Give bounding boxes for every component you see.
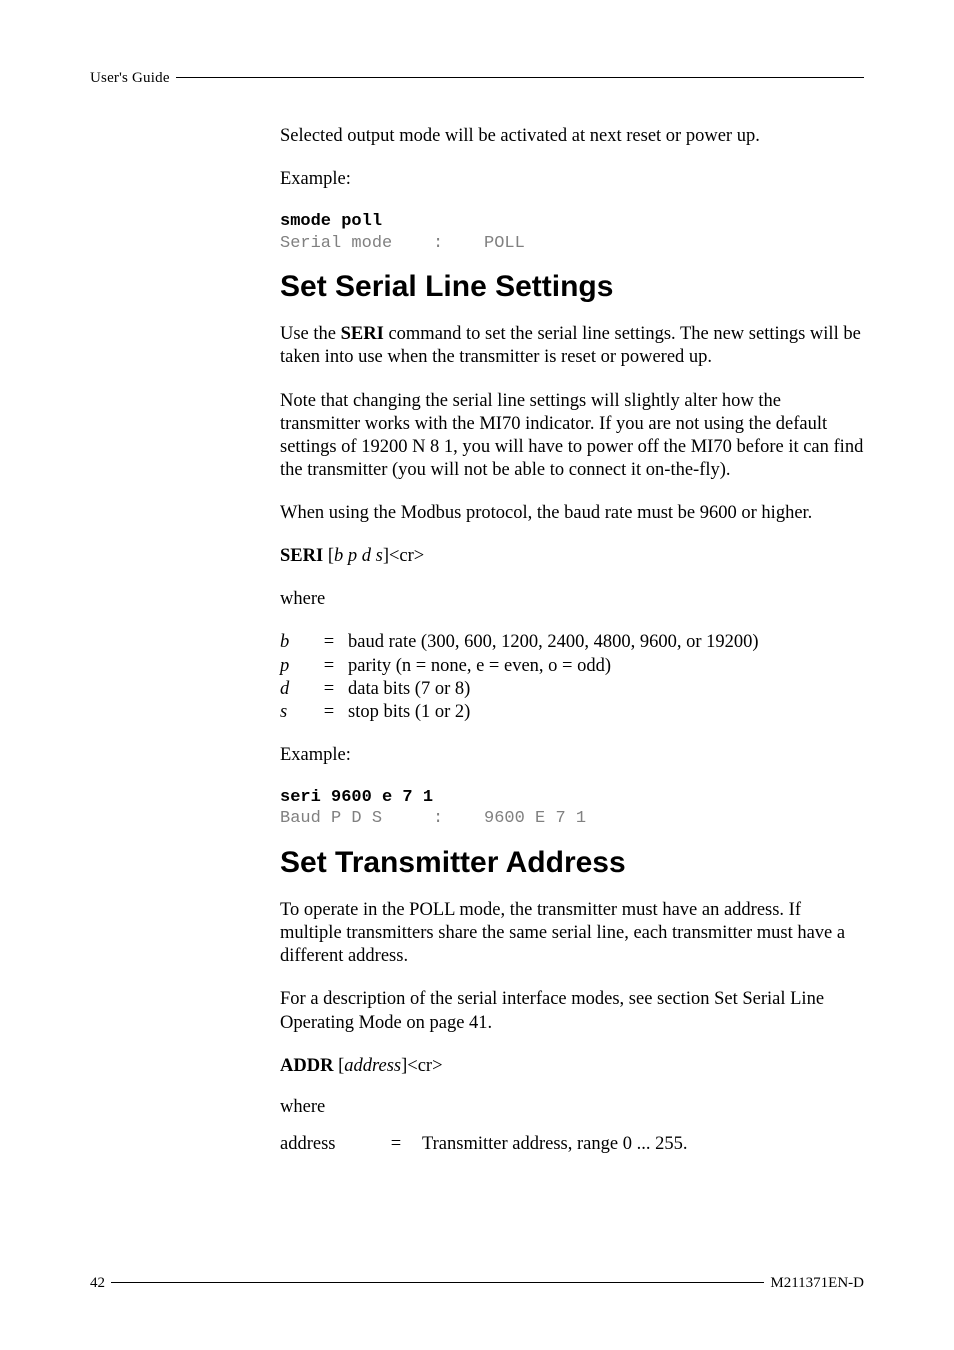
seri-param-var: p: [280, 655, 316, 678]
seri-param-desc: baud rate (300, 600, 1200, 2400, 4800, 9…: [348, 631, 765, 654]
table-row: b = baud rate (300, 600, 1200, 2400, 480…: [280, 631, 765, 654]
equals-sign: =: [316, 655, 348, 678]
addr-param-desc: Transmitter address, range 0 ... 255.: [422, 1133, 693, 1156]
page-number: 42: [90, 1275, 111, 1292]
seri-param-var: s: [280, 701, 316, 724]
addr-syntax-cmd: ADDR: [280, 1056, 333, 1076]
footer: 42 M211371EN-D: [90, 1275, 864, 1292]
table-row: s = stop bits (1 or 2): [280, 701, 765, 724]
seri-syntax-cmd: SERI: [280, 546, 323, 566]
running-head-rule: [176, 77, 864, 78]
seri-param-desc: stop bits (1 or 2): [348, 701, 765, 724]
intro-example-label: Example:: [280, 168, 864, 191]
intro-code-output: Serial mode : POLL: [280, 234, 525, 253]
page: User's Guide Selected output mode will b…: [0, 0, 954, 1350]
equals-sign: =: [376, 1133, 422, 1156]
seri-paragraph-3: When using the Modbus protocol, the baud…: [280, 502, 864, 525]
running-head: User's Guide: [90, 70, 864, 87]
addr-syntax-tail: ]<cr>: [401, 1056, 442, 1076]
table-row: address = Transmitter address, range 0 .…: [280, 1133, 693, 1156]
addr-params-table: address = Transmitter address, range 0 .…: [280, 1133, 693, 1156]
seri-syntax-args: b p d s: [334, 546, 383, 566]
seri-param-desc: data bits (7 or 8): [348, 678, 765, 701]
seri-heading: Set Serial Line Settings: [280, 268, 864, 306]
seri-param-desc: parity (n = none, e = even, o = odd): [348, 655, 765, 678]
seri-where-label: where: [280, 588, 864, 611]
equals-sign: =: [316, 701, 348, 724]
addr-syntax-arg: address: [344, 1056, 401, 1076]
seri-params-table: b = baud rate (300, 600, 1200, 2400, 480…: [280, 631, 765, 724]
equals-sign: =: [316, 631, 348, 654]
seri-code-user: seri 9600 e 7 1: [280, 788, 433, 807]
intro-code-block: smode poll Serial mode : POLL: [280, 211, 864, 254]
addr-paragraph-1: To operate in the POLL mode, the transmi…: [280, 899, 864, 968]
seri-syntax-tail: ]<cr>: [383, 546, 424, 566]
seri-param-var: d: [280, 678, 316, 701]
seri-code-output: Baud P D S : 9600 E 7 1: [280, 809, 586, 828]
table-row: d = data bits (7 or 8): [280, 678, 765, 701]
addr-where-label: where: [280, 1096, 864, 1119]
seri-p1-a: Use the: [280, 324, 341, 344]
seri-example-label: Example:: [280, 744, 864, 767]
doc-id: M211371EN-D: [764, 1275, 864, 1292]
intro-paragraph: Selected output mode will be activated a…: [280, 125, 864, 148]
seri-syntax: SERI [b p d s]<cr>: [280, 545, 864, 568]
addr-heading: Set Transmitter Address: [280, 844, 864, 882]
addr-syntax: ADDR [address]<cr>: [280, 1055, 864, 1078]
addr-paragraph-2: For a description of the serial interfac…: [280, 988, 864, 1034]
table-row: p = parity (n = none, e = even, o = odd): [280, 655, 765, 678]
footer-rule: [111, 1282, 764, 1283]
addr-param-var: address: [280, 1133, 376, 1156]
seri-code-block: seri 9600 e 7 1 Baud P D S : 9600 E 7 1: [280, 787, 864, 830]
seri-p1-cmd: SERI: [341, 324, 384, 344]
intro-code-user: smode poll: [280, 212, 382, 231]
running-head-label: User's Guide: [90, 70, 176, 87]
equals-sign: =: [316, 678, 348, 701]
seri-param-var: b: [280, 631, 316, 654]
seri-paragraph-1: Use the SERI command to set the serial l…: [280, 323, 864, 369]
seri-paragraph-2: Note that changing the serial line setti…: [280, 390, 864, 483]
body-content: Selected output mode will be activated a…: [280, 125, 864, 1156]
